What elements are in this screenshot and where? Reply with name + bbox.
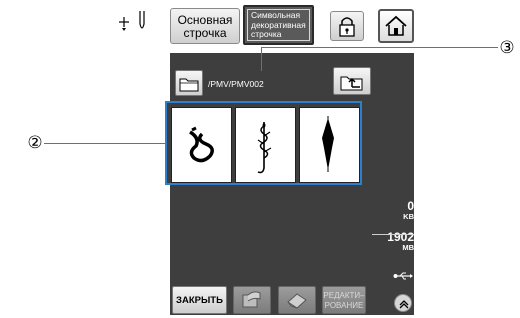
tab-char-label-line3: строчка bbox=[251, 29, 282, 39]
load-button[interactable] bbox=[233, 286, 271, 314]
home-button[interactable] bbox=[378, 9, 414, 43]
tab-basic-label-line2: строчка bbox=[183, 26, 227, 40]
usb-icon bbox=[393, 268, 413, 280]
used-memory-unit: KB bbox=[403, 212, 414, 221]
used-memory-value: 0 bbox=[407, 199, 414, 213]
folder-up-icon bbox=[340, 76, 363, 91]
expand-button[interactable] bbox=[394, 294, 412, 312]
edit-label-line1: РЕДАКТИ– bbox=[323, 291, 365, 300]
free-memory-value: 1902 bbox=[387, 230, 414, 244]
eraser-icon bbox=[287, 293, 307, 309]
memory-info: 0 KB 1902 MB bbox=[378, 200, 414, 252]
tab-basic-stitch[interactable]: Основная строчка bbox=[170, 8, 240, 44]
diamond-pattern bbox=[322, 116, 334, 172]
tab-character-decorative-stitch[interactable]: Символьная декоративная строчка bbox=[243, 5, 314, 45]
chevron-up-icon bbox=[399, 300, 409, 309]
callout-3: ③ bbox=[499, 38, 515, 57]
folder-up-button[interactable] bbox=[333, 67, 371, 95]
needle-position-icon bbox=[118, 10, 152, 36]
memory-divider bbox=[372, 234, 414, 235]
edit-label-line2: РОВАНИЕ bbox=[324, 301, 364, 310]
current-path: /PMV/PMV002 bbox=[208, 79, 264, 89]
pattern-list bbox=[165, 101, 362, 185]
pattern-cell-diamond[interactable] bbox=[299, 107, 360, 183]
erase-button[interactable] bbox=[278, 286, 316, 314]
pattern-cell-leaf-stem[interactable] bbox=[235, 107, 296, 183]
folder-icon bbox=[179, 78, 199, 92]
lock-icon bbox=[339, 17, 355, 37]
callout-3-leader-horizontal bbox=[261, 47, 498, 49]
knot-pattern bbox=[189, 126, 214, 163]
home-icon bbox=[385, 15, 407, 36]
folder-button[interactable] bbox=[175, 70, 203, 96]
leaf-stem-pattern bbox=[257, 122, 272, 174]
free-memory-unit: MB bbox=[402, 243, 414, 252]
callout-3-leader-vertical bbox=[261, 47, 263, 71]
pattern-cell-knot[interactable] bbox=[171, 107, 232, 183]
lock-button[interactable] bbox=[330, 11, 364, 41]
close-button[interactable]: ЗАКРЫТЬ bbox=[172, 286, 227, 314]
callout-2-leader bbox=[44, 143, 165, 145]
load-icon bbox=[242, 291, 261, 308]
callout-2: ② bbox=[27, 133, 43, 152]
edit-button[interactable]: РЕДАКТИ– РОВАНИЕ bbox=[322, 286, 366, 314]
